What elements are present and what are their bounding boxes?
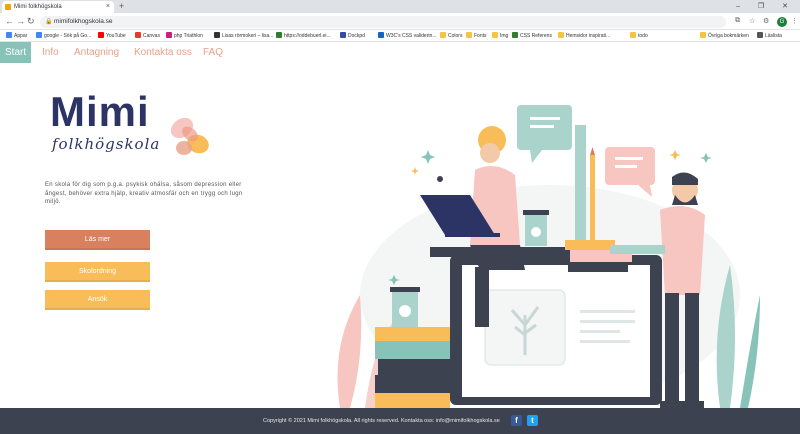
- bookmark-item[interactable]: Lisas rörmokeri – lisa...: [214, 30, 273, 42]
- close-tab-icon[interactable]: ×: [106, 1, 110, 13]
- tab-title: Mimi folkhögskola: [14, 4, 62, 10]
- lock-icon: 🔒: [45, 19, 53, 25]
- bookmark-item[interactable]: google - Sök på Go...: [36, 30, 91, 42]
- bookmark-item[interactable]: Fonts: [466, 30, 487, 42]
- bookmark-label: Canvas: [143, 33, 160, 39]
- bookmark-item[interactable]: Övriga bokmärken: [700, 30, 749, 42]
- nav-item-kontakta-oss[interactable]: Kontakta oss: [134, 42, 192, 63]
- bookmarks-bar: Appar google - Sök på Go... YouTube Canvas p…: [0, 30, 800, 42]
- bookmark-item[interactable]: Colors: [440, 30, 462, 42]
- bookmark-label: Colors: [448, 33, 463, 39]
- bookmark-label: php Triathlon: [174, 33, 203, 39]
- bookmark-icon: [6, 32, 12, 38]
- new-tab-button[interactable]: +: [119, 0, 124, 13]
- bookmark-item[interactable]: YouTube: [98, 30, 126, 42]
- bookmark-label: Lisas rörmokeri – lisa...: [222, 33, 274, 39]
- bookmark-icon: [378, 32, 384, 38]
- nav-item-antagning[interactable]: Antagning: [74, 42, 119, 63]
- bookmark-item[interactable]: Appar: [6, 30, 27, 42]
- profile-avatar[interactable]: G: [777, 17, 787, 27]
- bookmark-icon: [166, 32, 172, 38]
- bookmark-label: Dockpd: [348, 33, 365, 39]
- apply-button[interactable]: Ansök: [45, 290, 150, 310]
- bookmark-label: YouTube: [106, 33, 126, 39]
- footer-copyright: Copyright © 2021 Mimi folkhögskola. All …: [263, 418, 500, 424]
- browser-tab-bar: Mimi folkhögskola × + – ❐ ✕: [0, 0, 800, 13]
- bookmark-item[interactable]: CSS Referens: [512, 30, 552, 42]
- bookmark-label: Img: [500, 33, 509, 39]
- bookmark-icon: [492, 32, 498, 38]
- url-input[interactable]: 🔒 mimifolkhogskola.se: [40, 16, 726, 28]
- bookmark-star-icon[interactable]: ☆: [749, 17, 755, 25]
- logo-title: Mimi: [50, 88, 150, 135]
- bookmark-icon: [512, 32, 518, 38]
- read-more-button[interactable]: Läs mer: [45, 230, 150, 250]
- bookmark-item[interactable]: php Triathlon: [166, 30, 203, 42]
- bookmark-label: Fonts: [474, 33, 487, 39]
- bookmark-item[interactable]: Img: [492, 30, 508, 42]
- bookmark-item[interactable]: Läslista: [757, 30, 782, 42]
- bookmark-icon: [440, 32, 446, 38]
- logo-leaves-graphic: [170, 117, 209, 155]
- browser-tab[interactable]: Mimi folkhögskola ×: [2, 1, 114, 13]
- reload-icon[interactable]: ↻: [27, 16, 35, 27]
- address-bar-row: ← → ↻ 🔒 mimifolkhogskola.se ⧉ ☆ ⚙ G ⋮: [0, 13, 800, 30]
- extensions-icon[interactable]: ⚙: [763, 17, 769, 25]
- intro-text: En skola för dig som p.g.a. psykisk ohäl…: [45, 182, 243, 205]
- nav-item-start[interactable]: Start: [0, 42, 32, 63]
- bookmark-label: CSS Referens: [520, 33, 552, 39]
- nav-item-faq[interactable]: FAQ: [203, 42, 223, 63]
- window-controls[interactable]: – ❐ ✕: [736, 0, 796, 13]
- bookmark-icon: [630, 32, 636, 38]
- hero-illustration: [337, 105, 760, 408]
- bookmark-item[interactable]: Dockpd: [340, 30, 365, 42]
- bookmark-icon: [276, 32, 282, 38]
- bookmark-item[interactable]: W3C's CSS validerin...: [378, 30, 436, 42]
- bookmark-icon: [135, 32, 141, 38]
- url-text: mimifolkhogskola.se: [54, 18, 113, 25]
- facebook-icon[interactable]: f: [511, 415, 522, 426]
- site-navigation: [0, 42, 800, 64]
- school-rules-button[interactable]: Skolordning: [45, 262, 150, 282]
- bookmark-icon: [214, 32, 220, 38]
- bookmark-label: W3C's CSS validerin...: [386, 33, 437, 39]
- bookmark-label: google - Sök på Go...: [44, 33, 92, 39]
- menu-icon[interactable]: ⋮: [791, 17, 798, 25]
- bookmark-label: https://oddebuerl.ei...: [284, 33, 331, 39]
- bookmark-label: todo: [638, 33, 648, 39]
- bookmark-label: Appar: [14, 33, 28, 39]
- bookmark-icon: [700, 32, 706, 38]
- bookmark-icon: [98, 32, 104, 38]
- back-icon[interactable]: ←: [5, 16, 14, 26]
- bookmark-item[interactable]: Canvas: [135, 30, 160, 42]
- bookmark-icon: [340, 32, 346, 38]
- forward-icon[interactable]: →: [16, 16, 25, 26]
- nav-item-info[interactable]: Info: [42, 42, 59, 63]
- bookmark-icon: [757, 32, 763, 38]
- twitter-icon[interactable]: t: [527, 415, 538, 426]
- bookmark-icon: [558, 32, 564, 38]
- bookmark-label: Läslista: [765, 33, 782, 39]
- bookmark-icon: [36, 32, 42, 38]
- favicon-icon: [5, 4, 11, 10]
- bookmark-item[interactable]: Hemsidor inspirati...: [558, 30, 610, 42]
- logo-subtitle: folkhögskola: [52, 135, 161, 153]
- bookmark-item[interactable]: https://oddebuerl.ei...: [276, 30, 331, 42]
- bookmark-icon: [466, 32, 472, 38]
- share-icon[interactable]: ⧉: [735, 17, 740, 25]
- bookmark-label: Hemsidor inspirati...: [566, 33, 611, 39]
- bookmark-label: Övriga bokmärken: [708, 33, 749, 39]
- bookmark-item[interactable]: todo: [630, 30, 648, 42]
